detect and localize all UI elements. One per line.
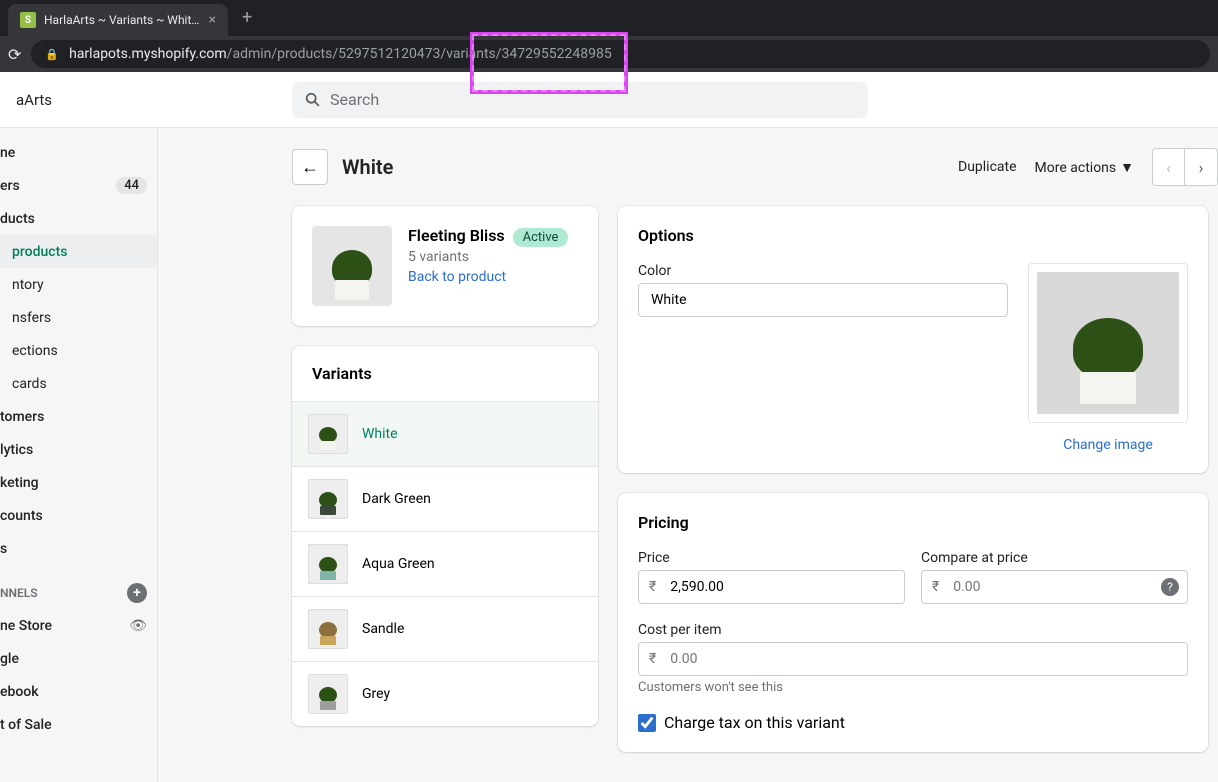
shopify-favicon: S [20,12,36,28]
variant-count: 5 variants [408,249,568,265]
variant-thumb [308,414,348,454]
variants-list-card: Variants White Dark Green Aqua Green Sandle… [292,346,598,726]
sidebar-item[interactable]: keting [0,466,157,499]
variant-item[interactable]: White [292,401,598,466]
back-button[interactable]: ← [292,149,328,185]
sidebar-item[interactable]: counts [0,499,157,532]
page-header: ← White Duplicate More actions▼ ‹ › [292,148,1218,186]
color-input[interactable] [638,283,1008,317]
browser-tab-strip: S HarlaArts ~ Variants ~ White ~ S × + [0,0,1218,36]
lock-icon: 🔒 [45,48,59,61]
search-placeholder: Search [330,90,379,109]
cost-label: Cost per item [638,622,1188,638]
help-icon[interactable]: ? [1161,578,1179,596]
color-label: Color [638,263,1008,279]
search-icon [304,91,322,109]
variant-thumb [308,609,348,649]
options-card: Options Color Change image [618,206,1208,473]
more-actions-button[interactable]: More actions▼ [1035,159,1134,176]
next-variant-button[interactable]: › [1185,149,1217,185]
tab-title: HarlaArts ~ Variants ~ White ~ S [44,13,201,27]
search-input[interactable]: Search [292,82,868,118]
chevron-down-icon: ▼ [1120,160,1134,176]
sidebar-channel[interactable]: ebook [0,675,157,708]
url-bar[interactable]: 🔒 harlapots.myshopify.com/admin/products… [31,40,1210,68]
variant-label: Sandle [362,621,404,637]
variant-label: Grey [362,686,390,702]
url-text: harlapots.myshopify.com/admin/products/5… [69,46,612,62]
sidebar-item[interactable]: s [0,532,157,565]
sidebar-item[interactable]: cards [0,367,157,400]
browser-toolbar: ⟳ 🔒 harlapots.myshopify.com/admin/produc… [0,36,1218,72]
sidebar-channel[interactable]: gle [0,642,157,675]
page-title: White [342,155,944,179]
sidebar-item[interactable]: nsfers [0,301,157,334]
compare-price-input[interactable]: ₹ ? [921,570,1188,604]
sidebar-item[interactable]: products [0,235,157,268]
eye-icon[interactable]: 👁 [129,618,147,634]
back-to-product-link[interactable]: Back to product [408,269,506,285]
channels-heading: NNELS+ [0,565,157,609]
variant-label: Aqua Green [362,556,435,572]
sidebar-nav: neers44ductsproductsntorynsfersectionsca… [0,128,158,782]
product-summary-card: Fleeting Bliss Active 5 variants Back to … [292,206,598,326]
charge-tax-checkbox[interactable] [638,714,656,732]
charge-tax-label: Charge tax on this variant [664,713,845,732]
currency-symbol: ₹ [639,643,666,675]
sidebar-item[interactable]: ne [0,136,157,169]
currency-symbol: ₹ [922,571,949,603]
main-content: ← White Duplicate More actions▼ ‹ › Flee… [158,128,1218,782]
variant-thumb [308,544,348,584]
add-channel-icon[interactable]: + [127,583,147,603]
variant-item[interactable]: Dark Green [292,466,598,531]
sidebar-item[interactable]: ducts [0,202,157,235]
variant-label: White [362,426,398,442]
badge-count: 44 [116,177,147,194]
cost-hint: Customers won't see this [638,680,1188,695]
price-label: Price [638,550,905,566]
change-image-link[interactable]: Change image [1028,437,1188,453]
prev-variant-button[interactable]: ‹ [1153,149,1185,185]
pricing-heading: Pricing [638,513,1188,532]
product-image [312,226,392,306]
product-name: Fleeting Bliss [408,226,505,245]
options-heading: Options [638,226,1188,245]
pricing-card: Pricing Price ₹ Compare at price [618,493,1208,752]
sidebar-item[interactable]: tomers [0,400,157,433]
variant-item[interactable]: Sandle [292,596,598,661]
sidebar-item[interactable]: ections [0,334,157,367]
variant-label: Dark Green [362,491,431,507]
variant-image[interactable] [1028,263,1188,423]
variant-pager: ‹ › [1152,148,1218,186]
app-topbar: aArts Search [0,72,1218,128]
variants-heading: Variants [292,346,598,401]
variant-thumb [308,674,348,714]
duplicate-button[interactable]: Duplicate [958,159,1017,175]
new-tab-button[interactable]: + [228,0,266,36]
cost-input[interactable]: ₹ [638,642,1188,676]
currency-symbol: ₹ [639,571,666,603]
variant-thumb [308,479,348,519]
close-tab-icon[interactable]: × [209,12,216,28]
price-input[interactable]: ₹ [638,570,905,604]
sidebar-item[interactable]: ntory [0,268,157,301]
compare-label: Compare at price [921,550,1188,566]
sidebar-item[interactable]: ers44 [0,169,157,202]
browser-tab[interactable]: S HarlaArts ~ Variants ~ White ~ S × [8,4,228,36]
store-name: aArts [16,91,292,109]
sidebar-channel[interactable]: ne Store👁 [0,609,157,642]
variant-item[interactable]: Aqua Green [292,531,598,596]
sidebar-channel[interactable]: t of Sale [0,708,157,741]
variant-item[interactable]: Grey [292,661,598,726]
reload-icon[interactable]: ⟳ [8,45,21,64]
sidebar-item[interactable]: lytics [0,433,157,466]
status-badge: Active [513,228,569,247]
